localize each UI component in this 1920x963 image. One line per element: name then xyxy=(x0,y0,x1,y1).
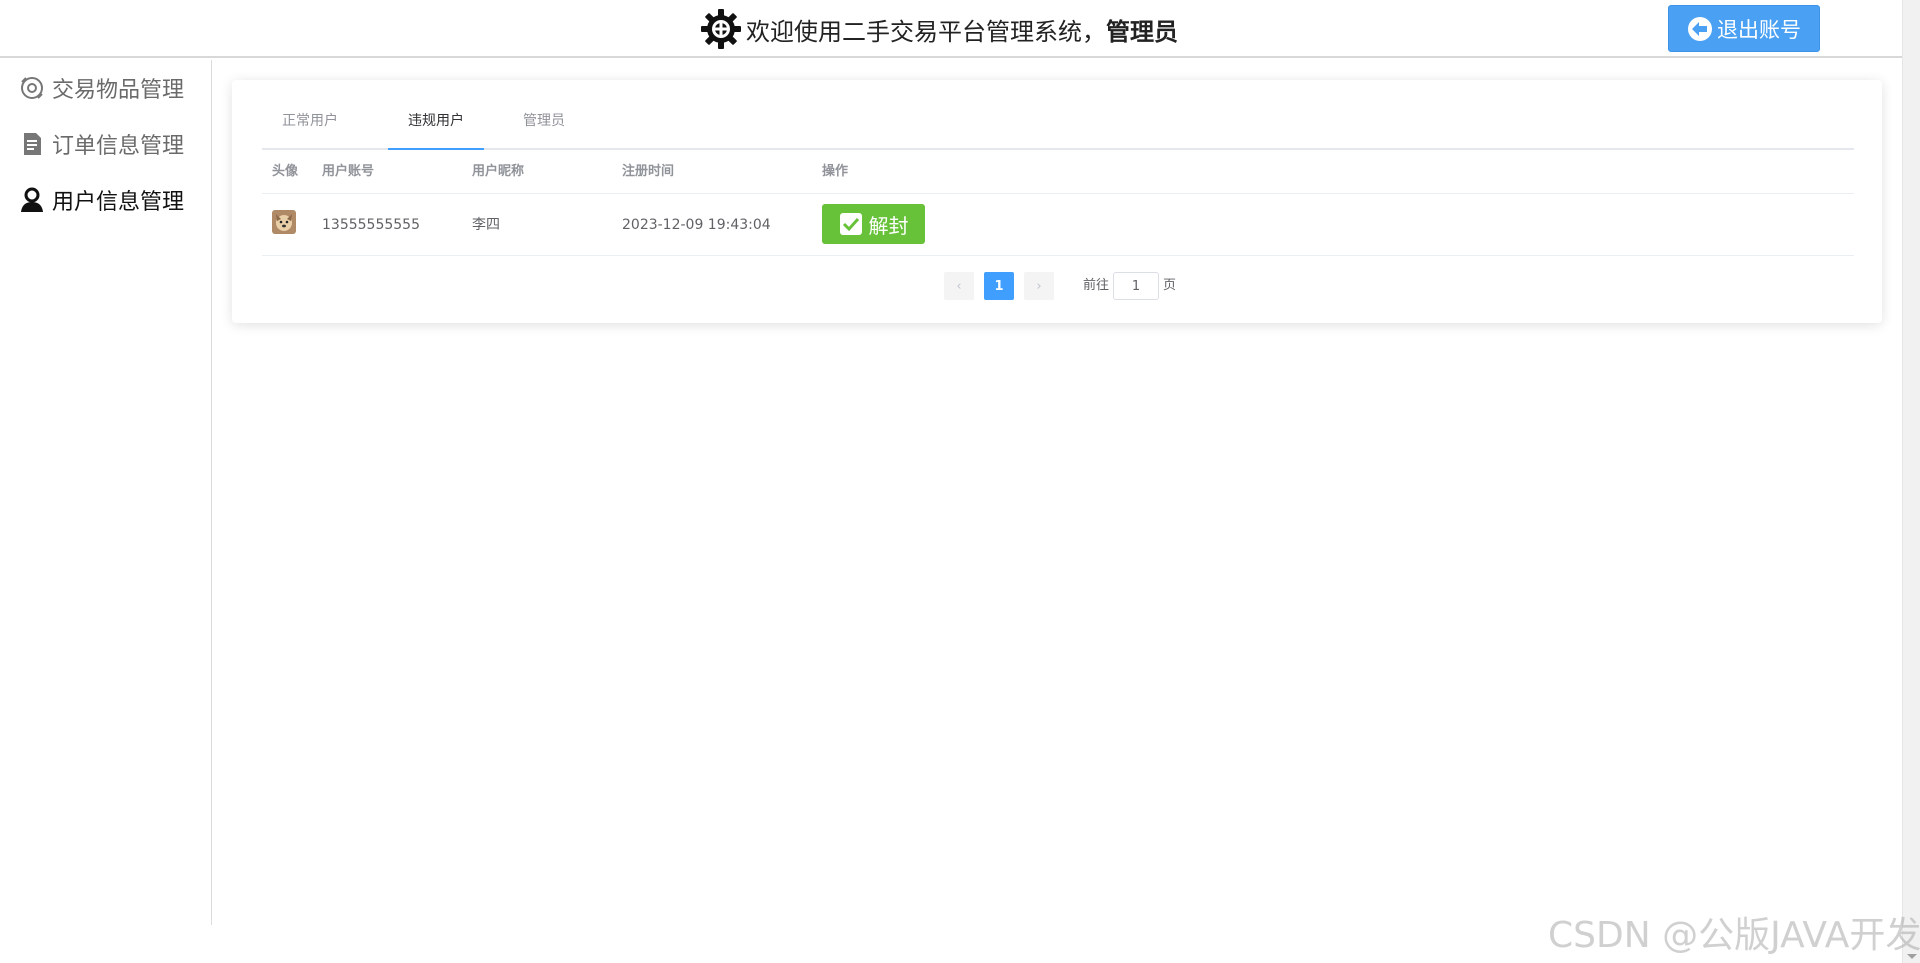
sidebar: 交易物品管理 订单信息管理 用户信息管理 xyxy=(0,60,212,925)
sidebar-item-goods[interactable]: 交易物品管理 xyxy=(0,60,211,116)
prev-page-button[interactable]: ‹ xyxy=(944,272,974,300)
top-header: 欢迎使用二手交易平台管理系统， 管理员 退出账号 xyxy=(0,0,1902,58)
goods-icon xyxy=(21,77,43,99)
column-header-nickname: 用户昵称 xyxy=(472,164,525,179)
pagination: ‹ 1 › 前往 页 xyxy=(232,272,1882,302)
table-row: 13555555555 李四 2023-12-09 19:43:04 解封 xyxy=(262,194,1854,256)
logout-button[interactable]: 退出账号 xyxy=(1668,5,1820,52)
check-square-icon xyxy=(839,213,862,235)
tab-violation-users[interactable]: 违规用户 xyxy=(388,80,484,150)
cell-account: 13555555555 xyxy=(322,217,420,233)
vertical-scrollbar[interactable] xyxy=(1902,0,1920,963)
sidebar-item-orders[interactable]: 订单信息管理 xyxy=(0,116,211,172)
page-number-1[interactable]: 1 xyxy=(984,272,1014,300)
logout-label: 退出账号 xyxy=(1717,17,1801,42)
column-header-account: 用户账号 xyxy=(322,164,375,179)
tab-normal-users[interactable]: 正常用户 xyxy=(262,80,358,150)
unban-label: 解封 xyxy=(868,213,909,238)
goto-page-input[interactable] xyxy=(1113,272,1159,300)
cell-register-time: 2023-12-09 19:43:04 xyxy=(622,217,771,233)
user-icon xyxy=(21,187,43,212)
column-header-action: 操作 xyxy=(822,164,849,179)
user-table: 头像 用户账号 用户昵称 注册时间 操作 13555555555 李四 2023… xyxy=(262,150,1854,256)
role-text: 管理员 xyxy=(1106,17,1178,46)
cell-nickname: 李四 xyxy=(472,217,500,233)
user-tabs: 正常用户 违规用户 管理员 xyxy=(262,80,1854,150)
sidebar-item-label: 用户信息管理 xyxy=(52,190,185,215)
sidebar-item-label: 交易物品管理 xyxy=(52,78,185,103)
header-title: 欢迎使用二手交易平台管理系统， 管理员 xyxy=(700,8,1178,50)
column-header-register-time: 注册时间 xyxy=(622,164,675,179)
gear-icon xyxy=(701,9,741,49)
column-header-avatar: 头像 xyxy=(272,164,299,179)
dog-avatar xyxy=(272,210,296,234)
unban-button[interactable]: 解封 xyxy=(822,204,925,244)
watermark: CSDN @公版JAVA开发 xyxy=(1548,915,1920,956)
sidebar-item-label: 订单信息管理 xyxy=(52,134,185,159)
sidebar-item-users[interactable]: 用户信息管理 xyxy=(0,172,211,228)
tab-admins[interactable]: 管理员 xyxy=(502,80,586,150)
welcome-text: 欢迎使用二手交易平台管理系统， xyxy=(746,17,1106,46)
goto-suffix: 页 xyxy=(1163,278,1177,293)
next-page-button[interactable]: › xyxy=(1024,272,1054,300)
arrow-left-icon xyxy=(1688,16,1712,41)
user-list-card: 正常用户 违规用户 管理员 头像 用户账号 用户昵称 注册时间 操作 13555… xyxy=(232,80,1882,323)
order-icon xyxy=(24,133,41,155)
table-header: 头像 用户账号 用户昵称 注册时间 操作 xyxy=(262,150,1854,194)
goto-prefix: 前往 xyxy=(1083,278,1110,293)
